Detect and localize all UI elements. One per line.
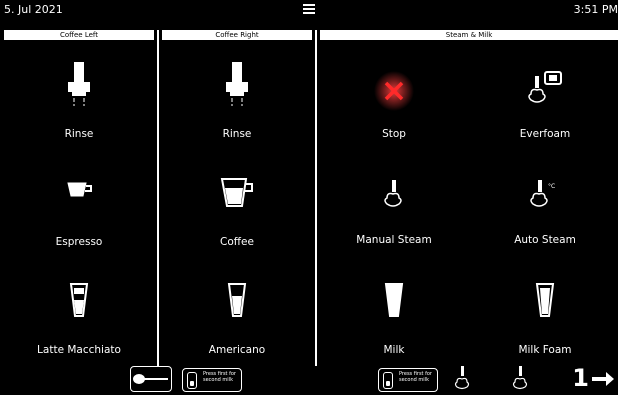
header-coffee-left: Coffee Left [4, 30, 154, 40]
date-display: 5. Jul 2021 [4, 3, 63, 16]
latte-glass-icon [69, 283, 89, 317]
press-first-button-left[interactable]: Press first for second milk [182, 368, 242, 392]
tile-everfoam[interactable]: Everfoam [470, 70, 618, 170]
tile-label: Coffee [220, 236, 254, 248]
tile-stop[interactable]: Stop [319, 70, 469, 170]
tile-americano[interactable]: Americano [162, 282, 312, 382]
americano-glass-icon [227, 283, 247, 317]
milk-foam-glass-icon [535, 283, 555, 317]
tile-milk-foam[interactable]: Milk Foam [470, 282, 618, 382]
tile-label: Auto Steam [514, 234, 576, 246]
spoon-icon [133, 374, 168, 384]
tile-label: Manual Steam [356, 234, 432, 246]
milk-bottle-icon [187, 372, 197, 389]
milk-bottle-icon [383, 372, 393, 389]
everfoam-icon [528, 71, 562, 103]
tile-label: Everfoam [519, 128, 571, 140]
time-display: 3:51 PM [573, 3, 618, 16]
tile-rinse-left[interactable]: Rinse [4, 62, 154, 162]
page-number: 1 [572, 364, 589, 392]
espresso-cup-icon [67, 182, 92, 197]
tile-label: Americano [208, 344, 266, 356]
tile-label: Espresso [55, 236, 103, 248]
tile-label: Rinse [64, 128, 94, 140]
steam-small-icon[interactable] [510, 366, 532, 392]
rinse-icon [226, 62, 248, 106]
press-first-button-right[interactable]: Press first for second milk [378, 368, 438, 392]
rinse-icon [68, 62, 90, 106]
tile-label: Rinse [222, 128, 252, 140]
press-first-text: Press first for second milk [399, 371, 432, 383]
next-page-arrow-icon[interactable] [590, 370, 616, 388]
menu-icon[interactable] [303, 2, 315, 14]
tile-milk[interactable]: Milk [319, 282, 469, 382]
steam-small-icon[interactable] [452, 366, 474, 392]
coffee-cup-icon [220, 178, 253, 207]
tile-auto-steam[interactable]: °C Auto Steam [470, 178, 618, 278]
tile-label: Stop [382, 128, 406, 140]
tile-label: Latte Macchiato [37, 344, 121, 356]
steam-icon [384, 180, 402, 207]
auto-steam-icon: °C [530, 180, 555, 207]
stop-x-icon [374, 71, 414, 111]
spoon-button[interactable] [130, 366, 172, 392]
tile-coffee[interactable]: Coffee [162, 176, 312, 276]
milk-glass-icon [384, 283, 404, 317]
tile-rinse-right[interactable]: Rinse [162, 62, 312, 162]
divider-right [315, 30, 317, 366]
tile-espresso[interactable]: Espresso [4, 180, 154, 280]
tile-label: Milk Foam [518, 344, 572, 356]
status-bar: 5. Jul 2021 3:51 PM [0, 0, 618, 18]
celsius-label: °C [548, 183, 555, 190]
divider-left [157, 30, 159, 366]
tile-label: Milk [383, 344, 405, 356]
press-first-text: Press first for second milk [203, 371, 236, 383]
header-steam-milk: Steam & Milk [320, 30, 618, 40]
header-coffee-right: Coffee Right [162, 30, 312, 40]
tile-manual-steam[interactable]: Manual Steam [319, 178, 469, 278]
